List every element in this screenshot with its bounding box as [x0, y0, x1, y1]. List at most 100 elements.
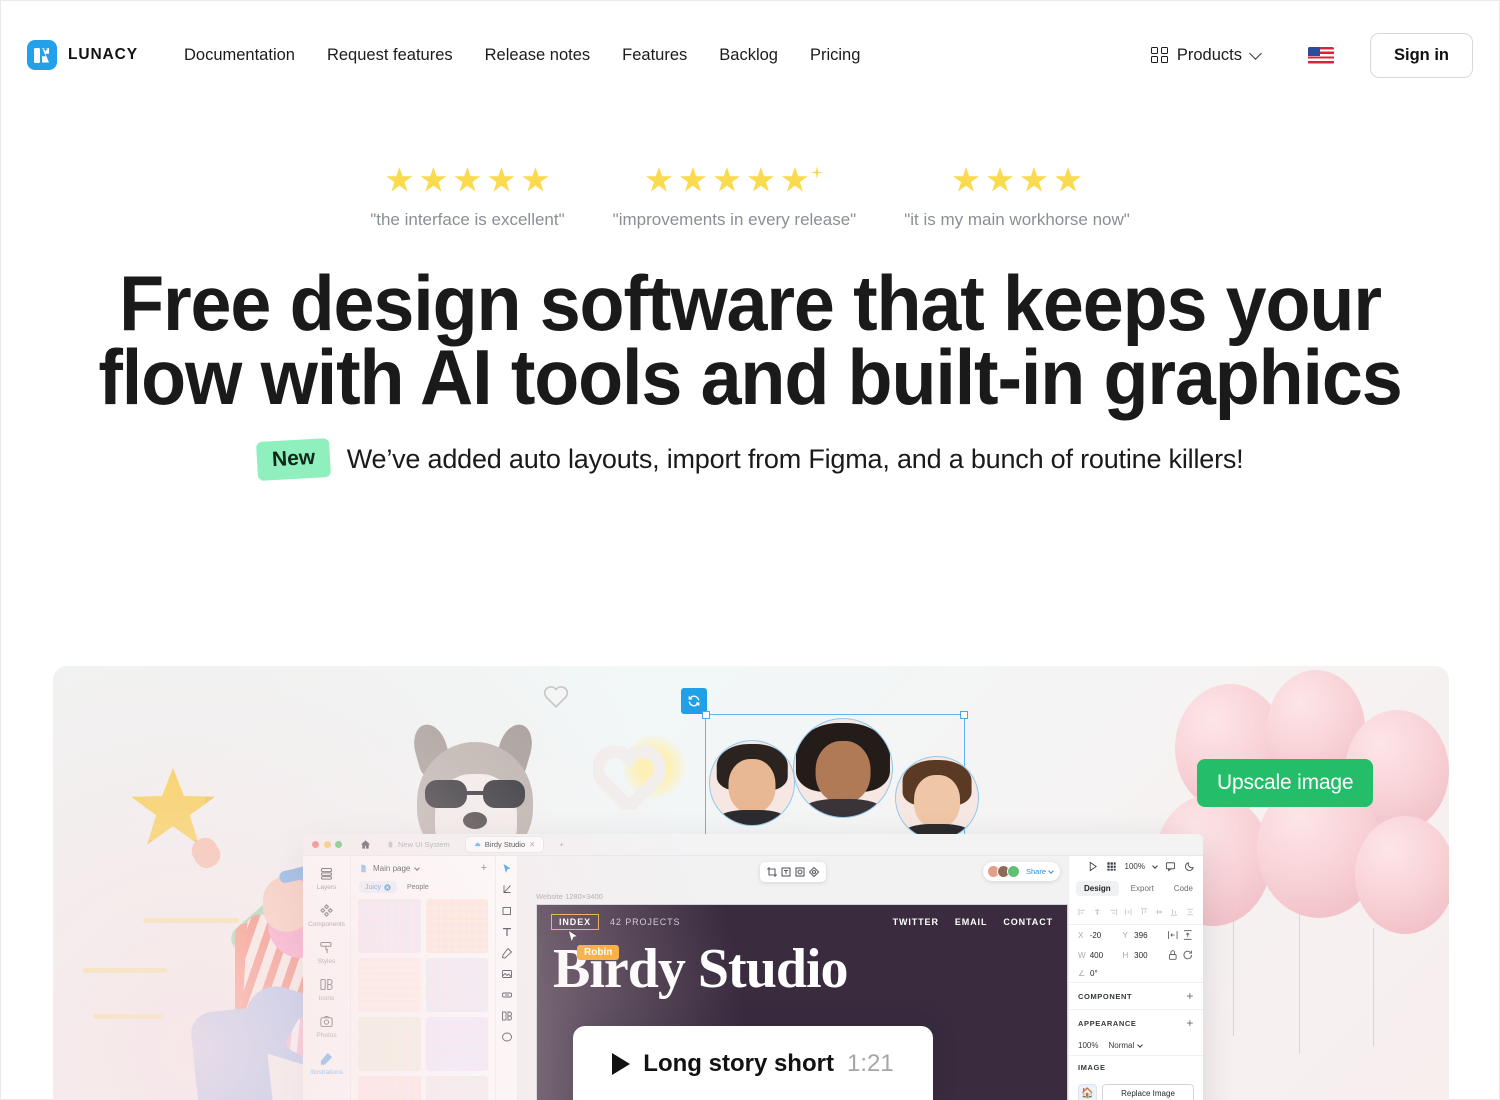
inspector-toolbar: 100%	[1069, 856, 1203, 877]
component-tool-icon[interactable]	[501, 1010, 513, 1022]
image-thumbnail[interactable]: 🏠	[1078, 1084, 1097, 1100]
nav-item-features[interactable]: Features	[606, 38, 703, 73]
layers-icon	[320, 867, 333, 880]
blend-mode-value[interactable]: Normal	[1108, 1041, 1134, 1050]
site-link-contact[interactable]: CONTACT	[1003, 917, 1053, 927]
video-teaser[interactable]: Long story short 1:21	[573, 1026, 933, 1100]
add-icon[interactable]: +	[1186, 990, 1194, 1002]
tab-export[interactable]: Export	[1123, 881, 1162, 896]
upscale-image-badge[interactable]: Upscale image	[1197, 759, 1374, 807]
site-header: LUNACY Documentation Request features Re…	[1, 1, 1499, 109]
select-tool-icon[interactable]	[501, 863, 513, 875]
window-controls[interactable]	[312, 841, 342, 848]
sparkle-icon	[810, 166, 824, 179]
new-tab-button[interactable]: +	[551, 837, 571, 852]
asset-thumb[interactable]	[425, 1017, 488, 1071]
nav-item-backlog[interactable]: Backlog	[703, 38, 794, 73]
artboard-name: Website	[536, 892, 563, 901]
chip-juicy[interactable]: Juicy	[359, 881, 397, 893]
components-icon	[320, 904, 333, 917]
rotation-field[interactable]: ∠ 0°	[1069, 965, 1203, 982]
lock-icon[interactable]	[1167, 949, 1179, 961]
star-icon	[713, 167, 740, 192]
tab-design[interactable]: Design	[1076, 881, 1119, 896]
pen-tool-icon[interactable]	[501, 947, 513, 959]
distribute-h-icon[interactable]	[1124, 907, 1132, 917]
text-tool-icon[interactable]	[501, 926, 513, 938]
asset-thumb[interactable]	[358, 1076, 421, 1100]
chip-people[interactable]: People	[401, 881, 435, 893]
collab-cursor-icon	[567, 929, 579, 944]
site-link-email[interactable]: EMAIL	[955, 917, 988, 927]
chevron-down-icon	[1048, 867, 1054, 874]
asset-thumb[interactable]	[425, 958, 488, 1012]
sidebar-item-components[interactable]: Components	[303, 903, 350, 928]
products-menu[interactable]: Products	[1137, 38, 1274, 73]
site-projects-count: 42 PROJECTS	[610, 917, 681, 927]
align-center-h-icon[interactable]	[1093, 907, 1101, 917]
asset-thumb[interactable]	[358, 958, 421, 1012]
boolean-icon[interactable]	[808, 866, 820, 878]
tab-code[interactable]: Code	[1166, 881, 1201, 896]
add-icon[interactable]: +	[1186, 1017, 1194, 1029]
dark-mode-icon[interactable]	[1184, 861, 1195, 872]
zoom-level[interactable]: 100%	[1125, 862, 1145, 871]
sidebar-item-icons[interactable]: Icons	[303, 977, 350, 1002]
sidebar-item-illustrations[interactable]: Illustrations	[303, 1051, 350, 1076]
inspector-panel: 100% Design Export Code X -20 Y 396 W 40…	[1068, 856, 1203, 1100]
align-top-icon[interactable]	[1140, 907, 1148, 917]
sign-in-button[interactable]: Sign in	[1370, 32, 1473, 78]
asset-thumb[interactable]	[425, 1076, 488, 1100]
opacity-value[interactable]: 100%	[1078, 1041, 1098, 1050]
share-control[interactable]: Share	[982, 862, 1060, 881]
artboard-tool-icon[interactable]	[501, 884, 513, 896]
site-link-twitter[interactable]: TWITTER	[893, 917, 939, 927]
tab-birdy-studio[interactable]: Birdy Studio ✕	[465, 837, 544, 852]
align-left-icon[interactable]	[1078, 907, 1086, 917]
preview-icon[interactable]	[1087, 861, 1098, 872]
nav-item-request-features[interactable]: Request features	[311, 38, 469, 73]
distribute-v-icon[interactable]	[1186, 907, 1194, 917]
align-bottom-icon[interactable]	[1170, 907, 1178, 917]
text-icon[interactable]	[780, 866, 792, 878]
star-icon	[953, 167, 979, 192]
home-icon[interactable]	[360, 839, 371, 850]
close-icon[interactable]: ✕	[529, 840, 535, 849]
sidebar-item-styles[interactable]: Styles	[303, 940, 350, 965]
illustrations-icon	[320, 1052, 333, 1065]
align-right-icon[interactable]	[1109, 907, 1117, 917]
grid-view-icon[interactable]	[1106, 861, 1117, 872]
tab-new-ui-system[interactable]: New UI System	[379, 837, 458, 852]
size-field[interactable]: W 400 H 300	[1069, 945, 1203, 965]
rectangle-tool-icon[interactable]	[501, 905, 513, 917]
ellipse-tool-icon[interactable]	[501, 1031, 513, 1043]
asset-thumb[interactable]	[358, 1017, 421, 1071]
image-tool-icon[interactable]	[501, 968, 513, 980]
nav-item-documentation[interactable]: Documentation	[184, 38, 311, 73]
section-label: COMPONENT	[1078, 991, 1133, 1001]
sidebar-item-layers[interactable]: Layers	[303, 866, 350, 891]
replace-image-button[interactable]: Replace Image	[1102, 1084, 1194, 1100]
flip-horizontal-icon[interactable]	[1167, 929, 1179, 941]
field-value: 300	[1134, 950, 1148, 960]
nav-item-release-notes[interactable]: Release notes	[469, 38, 607, 73]
crop-icon[interactable]	[766, 866, 778, 878]
mask-icon[interactable]	[794, 866, 806, 878]
reset-icon[interactable]	[1182, 949, 1194, 961]
comment-icon[interactable]	[1165, 861, 1176, 872]
nav-item-pricing[interactable]: Pricing	[794, 38, 876, 73]
section-appearance[interactable]: APPEARANCE +	[1069, 1009, 1203, 1036]
asset-thumb[interactable]	[425, 899, 488, 953]
section-component[interactable]: COMPONENT +	[1069, 982, 1203, 1009]
asset-thumb[interactable]	[358, 899, 421, 953]
us-flag-icon[interactable]	[1308, 46, 1334, 64]
section-image: IMAGE	[1069, 1055, 1203, 1079]
button-tool-icon[interactable]	[501, 989, 513, 1001]
brand-logo[interactable]: LUNACY	[27, 40, 138, 70]
sidebar-item-photos[interactable]: Photos	[303, 1014, 350, 1039]
flip-vertical-icon[interactable]	[1182, 929, 1194, 941]
add-page-button[interactable]: +	[481, 863, 487, 874]
page-selector[interactable]: Main page +	[351, 856, 495, 881]
align-middle-icon[interactable]	[1155, 907, 1163, 917]
position-x-field[interactable]: X -20 Y 396	[1069, 925, 1203, 945]
